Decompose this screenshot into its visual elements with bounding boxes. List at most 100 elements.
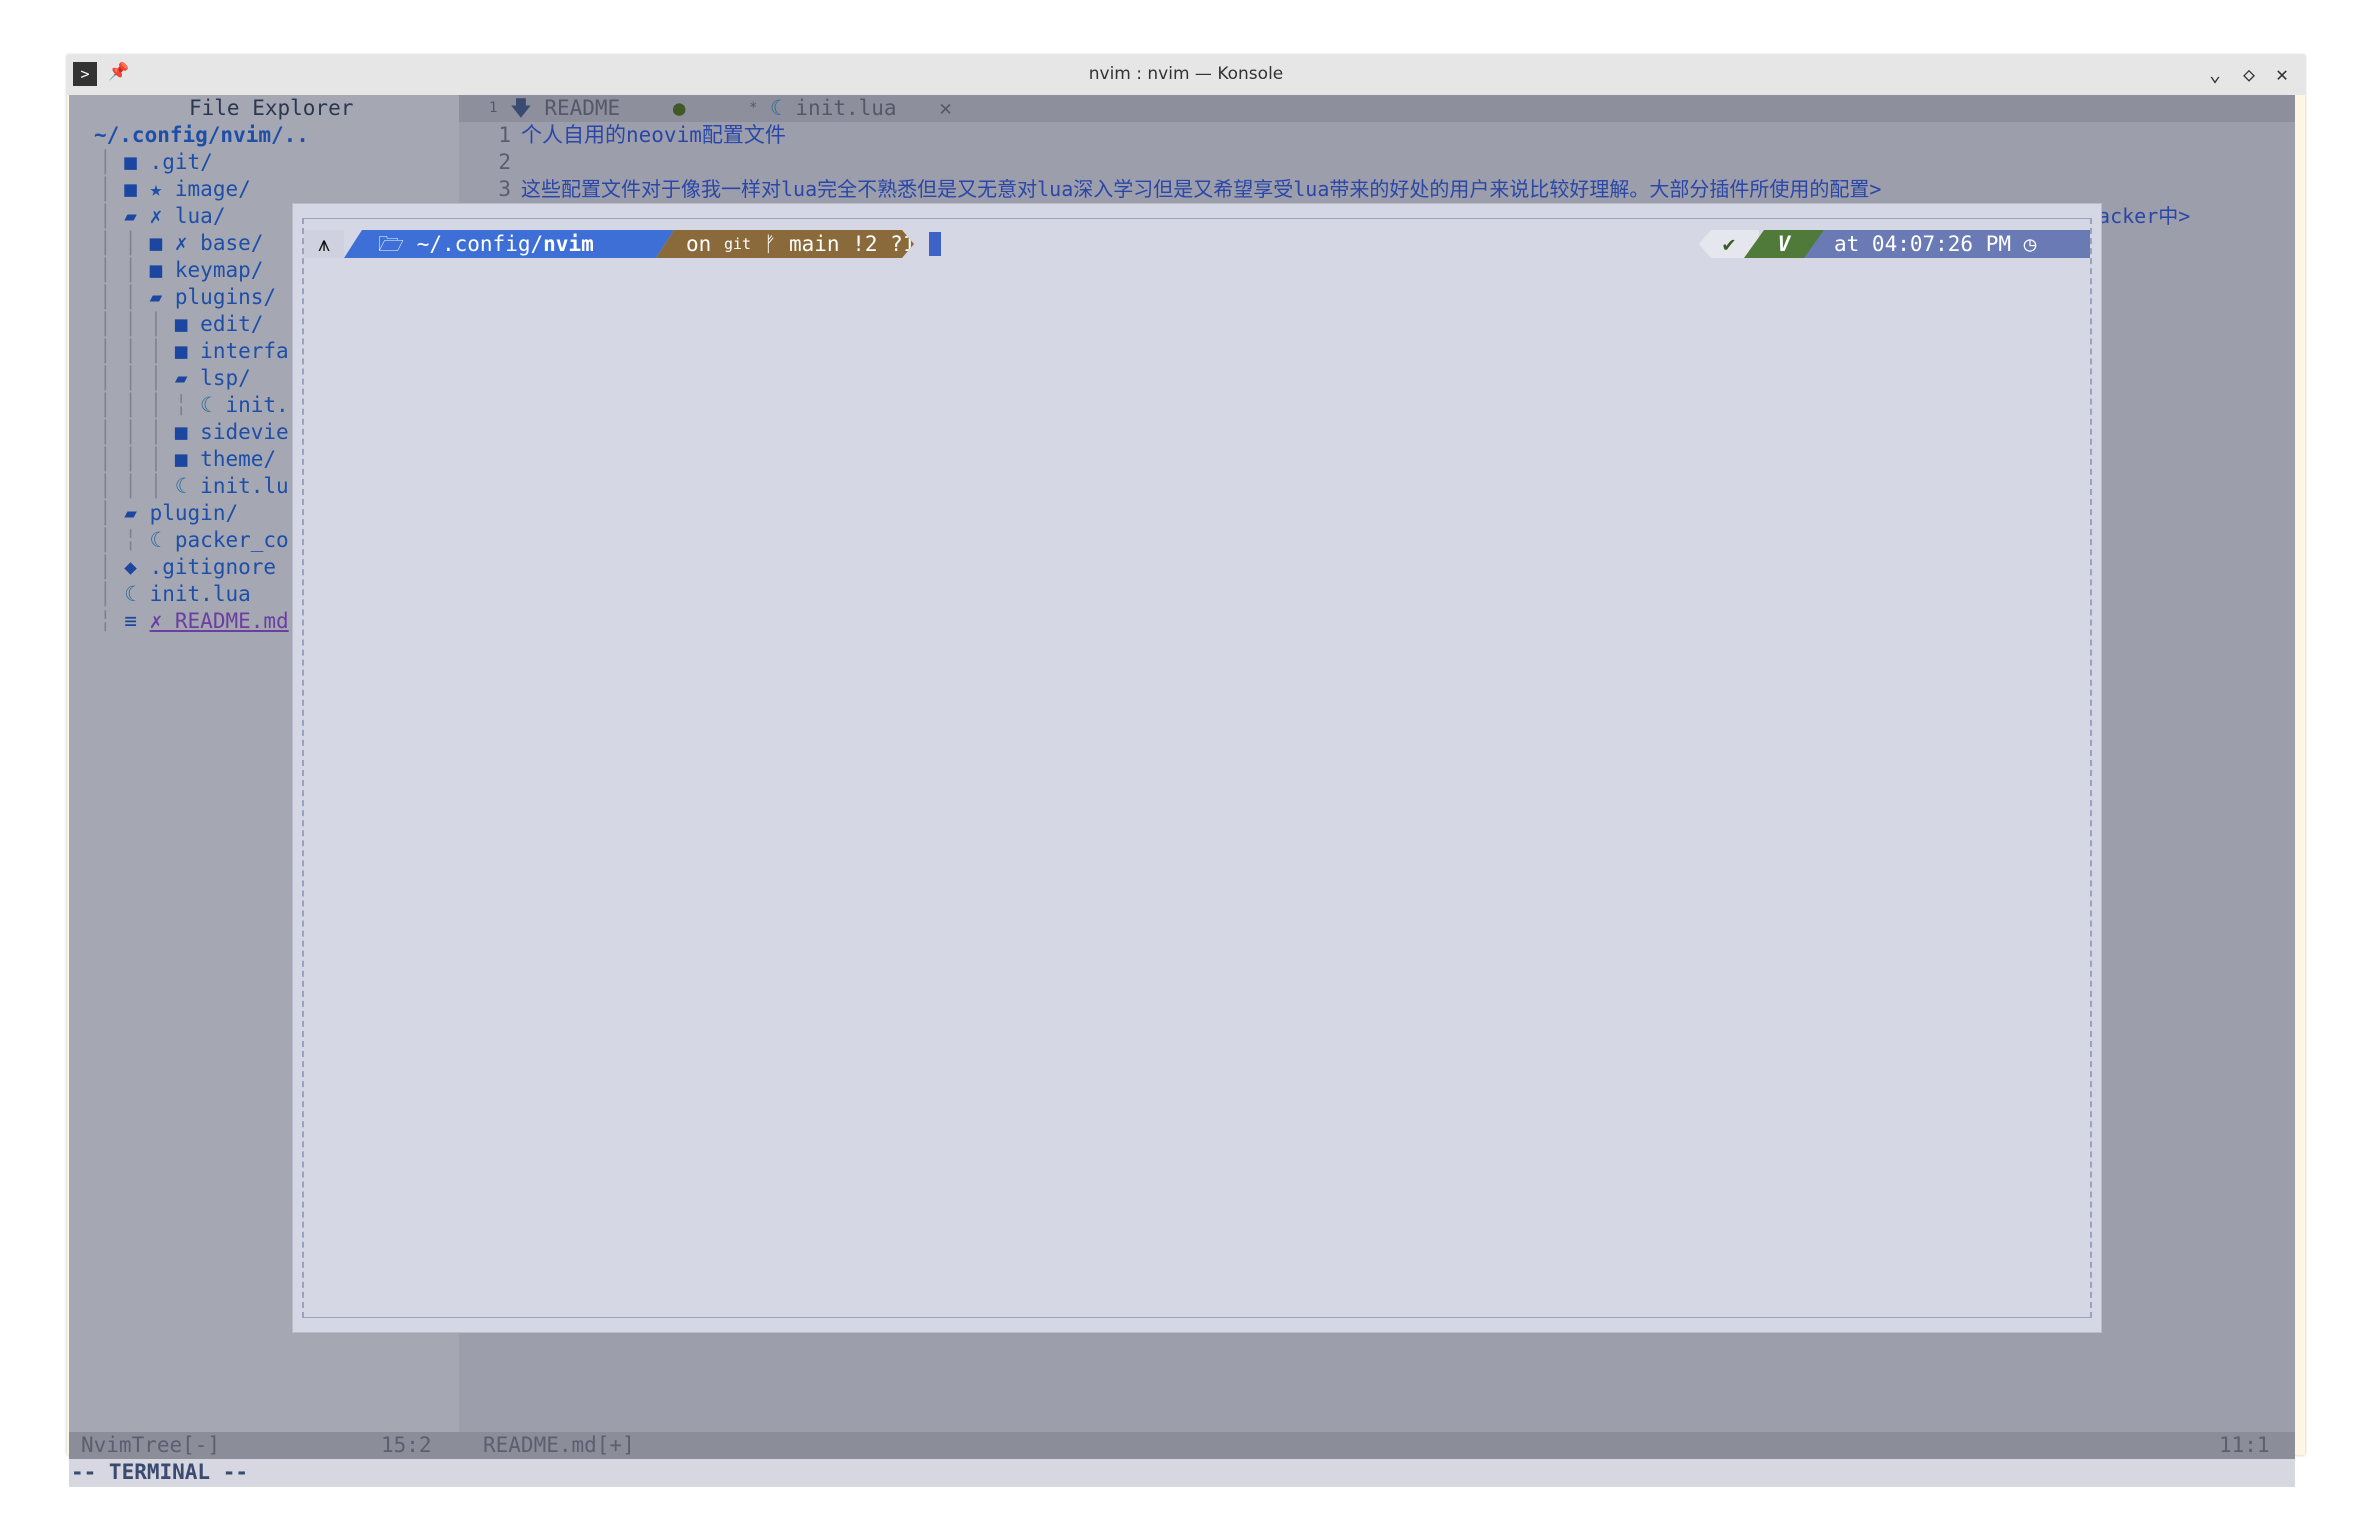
- tree-item[interactable]: │ │ │ ╎ ☾ init.: [99, 392, 289, 419]
- folder-icon: 🗁: [378, 232, 405, 256]
- editor-line: 这些配置文件对于像我一样对lua完全不熟悉但是又无意对lua深入学习但是又希望享…: [521, 177, 1882, 201]
- tree-item-label: ✗ README.md: [149, 609, 289, 633]
- time-segment: at 04:07:26 PM ◷: [1804, 230, 2090, 258]
- tree-item[interactable]: │ ╎ ☾ packer_co: [99, 527, 289, 554]
- tree-item-label: ★ image/: [149, 177, 251, 201]
- tree-item[interactable]: │ │ ■ ✗ base/: [99, 230, 263, 257]
- tab-init-lua[interactable]: * ☾ init.lua ✕: [749, 95, 952, 122]
- lua-file-icon: ☾: [149, 528, 163, 552]
- tree-indent-guide: │: [99, 501, 125, 525]
- mode-indicator: -- TERMINAL --: [71, 1460, 249, 1484]
- editor-line: 个人自用的neovim配置文件: [521, 123, 786, 147]
- float-border: [302, 218, 2092, 219]
- clock-icon: ◷: [2023, 232, 2037, 256]
- tree-item-label: sidevie: [200, 420, 289, 444]
- folder-open-icon: ▰: [124, 204, 137, 228]
- tree-indent-guide: │ │ │: [99, 339, 175, 363]
- tree-item-label: init.: [225, 393, 289, 417]
- tree-indent-guide: ╎: [99, 609, 125, 633]
- branch-icon: ᚠ: [763, 232, 777, 256]
- tree-indent-guide: │ │: [99, 231, 150, 255]
- line-number: 3: [498, 177, 511, 201]
- floating-terminal[interactable]: ⩚ 🗁 ~/.config/nvim on git ᚠ main !2 ?1 ✔…: [292, 203, 2102, 1333]
- tree-indent-guide: │ │ │ ╎: [99, 393, 201, 417]
- tree-item-label: keymap/: [174, 258, 264, 282]
- markdown-file-icon: ≡: [124, 609, 137, 633]
- tree-item[interactable]: │ │ │ ☾ init.lu: [99, 473, 289, 500]
- tree-indent-guide: │ │ │: [99, 312, 175, 336]
- tree-item-label: ✗ lua/: [149, 204, 226, 228]
- tab-readme[interactable]: 1 🡇 README ●: [489, 95, 686, 122]
- tree-item-label: ✗ base/: [174, 231, 264, 255]
- tree-item-label: init.lua: [149, 582, 251, 606]
- terminal-cursor: [929, 232, 941, 256]
- tree-item[interactable]: │ ▰ ✗ lua/: [99, 203, 225, 230]
- path-current: nvim: [543, 232, 594, 256]
- folder-icon: ■: [149, 231, 163, 255]
- folder-icon: ■: [174, 339, 188, 363]
- tree-buffer-name: NvimTree[-]: [81, 1433, 221, 1457]
- folder-open-icon: ▰: [149, 285, 163, 309]
- path-segment: 🗁 ~/.config/nvim: [344, 230, 674, 258]
- folder-open-icon: ▰: [174, 366, 188, 390]
- shell-prompt: ⩚ 🗁 ~/.config/nvim on git ᚠ main !2 ?1 ✔…: [304, 230, 2090, 258]
- chevron-down-icon[interactable]: ⌄: [2209, 62, 2221, 86]
- tree-item[interactable]: │ │ ▰ plugins/: [99, 284, 276, 311]
- tree-indent-guide: │: [99, 150, 125, 174]
- git-segment: on git ᚠ main !2 ?1: [656, 230, 914, 258]
- tree-item[interactable]: ╎ ≡ ✗ README.md: [99, 608, 289, 635]
- prompt-time: at 04:07:26 PM: [1834, 232, 2012, 256]
- git-on-label: on: [686, 232, 712, 256]
- tab-number: 1: [489, 100, 498, 116]
- tree-item[interactable]: │ ■ .git/: [99, 149, 213, 176]
- tree-item-label: plugin/: [149, 501, 239, 525]
- tree-item[interactable]: │ │ │ ▰ lsp/: [99, 365, 251, 392]
- tree-item[interactable]: │ │ │ ■ theme/: [99, 446, 276, 473]
- lua-file-icon: ☾: [200, 393, 213, 417]
- tree-item[interactable]: │ ☾ init.lua: [99, 581, 251, 608]
- tree-indent-guide: │ │ │: [99, 420, 175, 444]
- folder-icon: ■: [149, 258, 163, 282]
- tree-root-path[interactable]: ~/.config/nvim/..: [94, 122, 309, 149]
- tree-item-label: plugins/: [174, 285, 277, 309]
- buffer-name: README.md[+]: [483, 1433, 635, 1457]
- command-line[interactable]: -- TERMINAL --: [69, 1459, 2295, 1487]
- tree-item[interactable]: │ │ │ ■ edit/: [99, 311, 263, 338]
- tree-item[interactable]: │ ◆ .gitignore: [99, 554, 276, 581]
- file-explorer-title: File Explorer: [189, 96, 354, 120]
- tree-indent-guide: │: [99, 204, 125, 228]
- tree-item[interactable]: │ ■ ★ image/: [99, 176, 251, 203]
- tree-indent-guide: │: [99, 582, 125, 606]
- lua-file-icon: ☾: [124, 582, 137, 606]
- diamond-icon[interactable]: ◇: [2243, 62, 2255, 86]
- tree-indent-guide: │ │: [99, 258, 150, 282]
- git-logo-icon: git: [723, 235, 752, 253]
- window-title: nvim : nvim — Konsole: [1088, 64, 1284, 84]
- os-icon: ⩚: [304, 230, 344, 258]
- branch-name: main: [788, 232, 840, 256]
- folder-icon: ■: [174, 447, 188, 471]
- tree-item-label: init.lu: [200, 474, 289, 498]
- float-border: [302, 1317, 2092, 1318]
- tree-item[interactable]: │ │ │ ■ sidevie: [99, 419, 289, 446]
- tree-indent-guide: │: [99, 177, 125, 201]
- tree-item[interactable]: │ ▰ plugin/: [99, 500, 238, 527]
- tab-close-icon[interactable]: ✕: [939, 96, 952, 120]
- float-border: [2090, 218, 2092, 1318]
- tree-item-label: lsp/: [200, 366, 251, 390]
- float-border: [302, 218, 304, 1318]
- close-icon[interactable]: ✕: [2276, 62, 2288, 86]
- folder-icon: ■: [124, 150, 137, 174]
- nvim-area: File Explorer ~/.config/nvim/.. │ ■ .git…: [69, 95, 2295, 1487]
- tree-item[interactable]: │ │ │ ■ interfa: [99, 338, 289, 365]
- tree-item-label: theme/: [200, 447, 277, 471]
- tab-bar: 1 🡇 README ● * ☾ init.lua ✕: [459, 95, 2295, 122]
- tree-item[interactable]: │ │ ■ keymap/: [99, 257, 263, 284]
- line-number: 1: [498, 123, 511, 147]
- tab-label: init.lua: [795, 96, 897, 120]
- tree-item-label: edit/: [200, 312, 264, 336]
- status-line: NvimTree[-] 15:2 README.md[+] 11:1: [69, 1432, 2295, 1459]
- git-changes: !2 ?1: [852, 232, 916, 256]
- lua-file-icon: ☾: [174, 474, 188, 498]
- tree-indent-guide: │: [99, 555, 125, 579]
